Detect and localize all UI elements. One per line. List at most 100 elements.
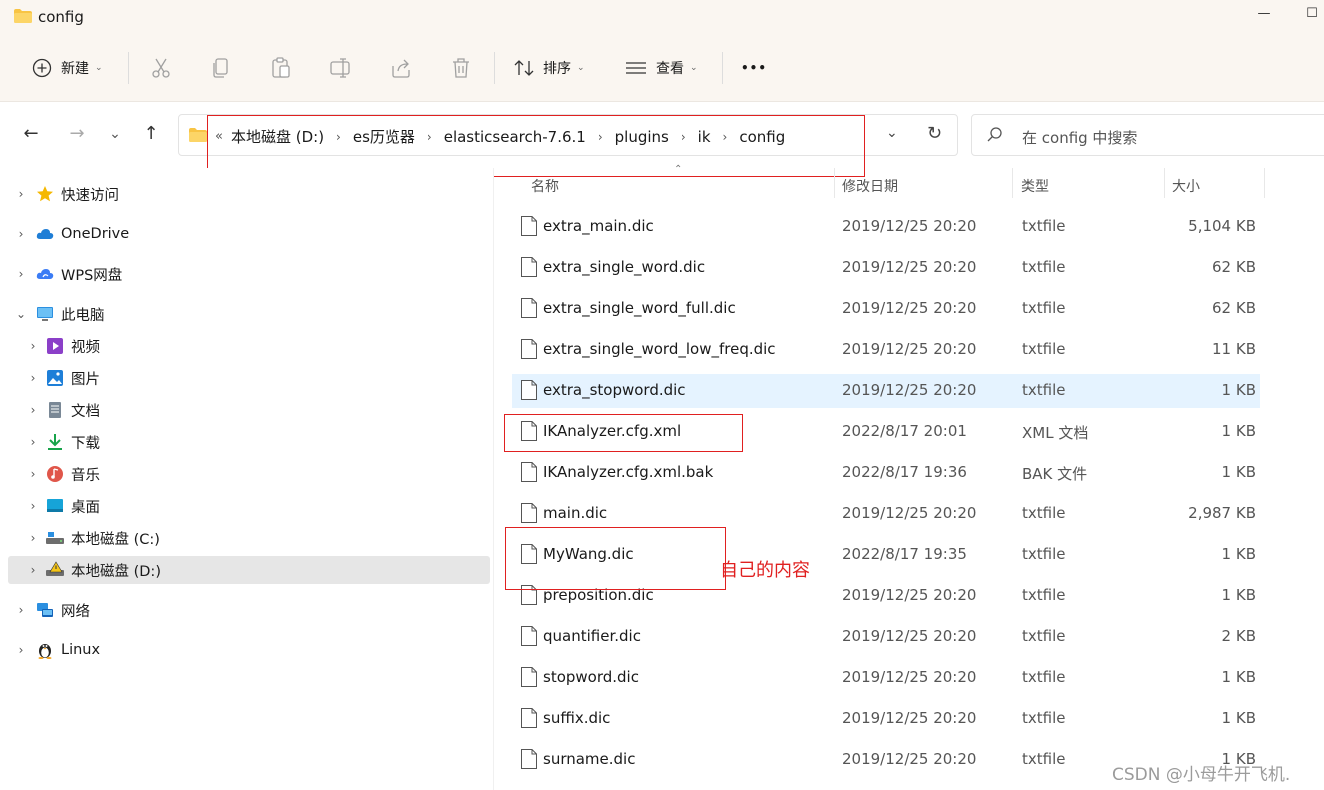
file-row[interactable]: extra_stopword.dic 2019/12/25 20:20 txtfil… <box>512 374 1260 408</box>
chevron-down-icon: ⌄ <box>95 63 103 73</box>
back-button[interactable]: ← <box>19 122 43 146</box>
column-divider[interactable] <box>1164 168 1165 198</box>
column-divider[interactable] <box>834 168 835 198</box>
sidebar-item-pictures[interactable]: 图片 <box>46 364 100 392</box>
network-icon <box>37 603 53 617</box>
file-type: txtfile <box>1022 340 1066 358</box>
more-options-button[interactable]: ••• <box>741 54 767 82</box>
file-name: extra_single_word.dic <box>543 258 706 276</box>
chevron-right-icon[interactable]: › <box>26 492 40 520</box>
recent-locations-button[interactable]: ⌄ <box>103 122 127 146</box>
file-icon <box>521 503 537 523</box>
sidebar-item-downloads[interactable]: 下载 <box>46 428 100 456</box>
file-row[interactable]: extra_single_word.dic 2019/12/25 20:20 txt… <box>512 251 1260 285</box>
sidebar-item-label: 本地磁盘 (C:) <box>71 531 160 548</box>
sidebar-item-onedrive[interactable]: OneDrive <box>36 220 129 248</box>
column-header-name[interactable]: 名称 <box>531 176 559 196</box>
file-row[interactable]: extra_single_word_low_freq.dic 2019/12/25… <box>512 333 1260 367</box>
file-modified-date: 2019/12/25 20:20 <box>842 586 977 604</box>
chevron-right-icon[interactable]: › <box>26 556 40 584</box>
file-type: txtfile <box>1022 545 1066 563</box>
sidebar-item-music[interactable]: 音乐 <box>46 460 100 488</box>
chevron-right-icon[interactable]: › <box>26 524 40 552</box>
forward-button[interactable]: → <box>65 122 89 146</box>
file-size: 1 KB <box>1221 586 1256 604</box>
chevron-right-icon[interactable]: › <box>14 220 28 248</box>
column-header-date[interactable]: 修改日期 <box>842 176 898 196</box>
document-icon <box>49 402 61 418</box>
annotation-text: 自己的内容 <box>720 560 810 581</box>
file-row[interactable]: stopword.dic 2019/12/25 20:20 txtfile 1 KB <box>512 661 1260 695</box>
chevron-right-icon[interactable]: › <box>14 260 28 288</box>
refresh-button[interactable]: ↻ <box>927 123 942 144</box>
view-button[interactable]: 查看 ⌄ <box>625 54 698 82</box>
file-type: txtfile <box>1022 750 1066 768</box>
sidebar-item-label: 文档 <box>71 403 100 420</box>
file-row[interactable]: quantifier.dic 2019/12/25 20:20 txtfile 2 K… <box>512 620 1260 654</box>
chevron-right-icon[interactable]: › <box>26 460 40 488</box>
copy-icon[interactable] <box>209 56 233 80</box>
picture-icon <box>47 370 63 386</box>
sidebar-item-drive-c[interactable]: 本地磁盘 (C:) <box>46 524 160 552</box>
sidebar-item-quick-access[interactable]: 快速访问 <box>36 180 119 208</box>
sidebar-item-this-pc[interactable]: 此电脑 <box>36 300 105 328</box>
delete-icon[interactable] <box>449 56 473 80</box>
search-icon <box>987 127 1002 142</box>
chevron-right-icon[interactable]: › <box>14 180 28 208</box>
sort-button[interactable]: 排序 ⌄ <box>513 54 585 82</box>
music-icon <box>47 466 63 482</box>
sidebar-item-network[interactable]: 网络 <box>36 596 90 624</box>
file-icon <box>521 462 537 482</box>
file-row[interactable]: main.dic 2019/12/25 20:20 txtfile 2,987 KB <box>512 497 1260 531</box>
sidebar-item-drive-d[interactable]: 本地磁盘 (D:) <box>46 556 161 584</box>
chevron-right-icon[interactable]: › <box>26 332 40 360</box>
download-icon <box>48 434 62 450</box>
file-modified-date: 2019/12/25 20:20 <box>842 709 977 727</box>
file-row[interactable]: IKAnalyzer.cfg.xml.bak 2022/8/17 19:36 BAK… <box>512 456 1260 490</box>
paste-icon[interactable] <box>269 56 293 80</box>
column-header-type[interactable]: 类型 <box>1021 176 1049 196</box>
sort-indicator-icon: ⌃ <box>674 164 683 175</box>
minimize-button[interactable]: — <box>1252 6 1276 26</box>
column-divider[interactable] <box>1264 168 1265 198</box>
column-header-size[interactable]: 大小 <box>1172 176 1200 196</box>
file-name: extra_single_word_full.dic <box>543 299 736 317</box>
file-size: 1 KB <box>1221 545 1256 563</box>
file-row[interactable]: suffix.dic 2019/12/25 20:20 txtfile 1 KB <box>512 702 1260 736</box>
file-explorer-window: config — ☐ 新建 ⌄ 排序 ⌄ 查看 ⌄ ••• ← → ⌄ ↑ « … <box>0 0 1324 790</box>
up-button[interactable]: ↑ <box>139 122 163 146</box>
share-icon[interactable] <box>389 56 413 80</box>
column-divider[interactable] <box>1012 168 1013 198</box>
folder-icon <box>14 9 32 23</box>
sidebar-item-linux[interactable]: Linux <box>36 636 100 664</box>
sidebar-item-label: 桌面 <box>71 499 100 516</box>
new-button[interactable]: 新建 ⌄ <box>32 54 103 82</box>
address-dropdown-button[interactable]: ⌄ <box>886 125 898 141</box>
file-row[interactable]: extra_single_word_full.dic 2019/12/25 20:… <box>512 292 1260 326</box>
cut-icon[interactable] <box>149 56 173 80</box>
sidebar-item-label: 本地磁盘 (D:) <box>71 563 161 580</box>
chevron-right-icon[interactable]: › <box>14 596 28 624</box>
rename-icon[interactable] <box>329 56 353 80</box>
file-size: 2,987 KB <box>1188 504 1256 522</box>
sidebar-item-desktop[interactable]: 桌面 <box>46 492 100 520</box>
chevron-right-icon[interactable]: › <box>26 364 40 392</box>
file-name: main.dic <box>543 504 608 522</box>
file-row[interactable]: extra_main.dic 2019/12/25 20:20 txtfile 5,1… <box>512 210 1260 244</box>
search-box[interactable]: 在 config 中搜索 <box>971 114 1324 156</box>
file-modified-date: 2019/12/25 20:20 <box>842 299 977 317</box>
toolbar-divider <box>494 52 495 84</box>
chevron-down-icon[interactable]: ⌄ <box>14 300 28 328</box>
sidebar-item-wps[interactable]: WPS网盘 <box>36 260 122 288</box>
chevron-right-icon[interactable]: › <box>26 396 40 424</box>
sidebar-item-label: 视频 <box>71 339 100 356</box>
maximize-button[interactable]: ☐ <box>1300 6 1324 26</box>
file-modified-date: 2019/12/25 20:20 <box>842 627 977 645</box>
sidebar-item-label: Linux <box>61 642 101 658</box>
sidebar-item-videos[interactable]: 视频 <box>46 332 100 360</box>
search-placeholder: 在 config 中搜索 <box>1022 129 1138 147</box>
chevron-right-icon[interactable]: › <box>14 636 28 664</box>
chevron-right-icon[interactable]: › <box>26 428 40 456</box>
file-icon <box>521 339 537 359</box>
sidebar-item-documents[interactable]: 文档 <box>46 396 100 424</box>
